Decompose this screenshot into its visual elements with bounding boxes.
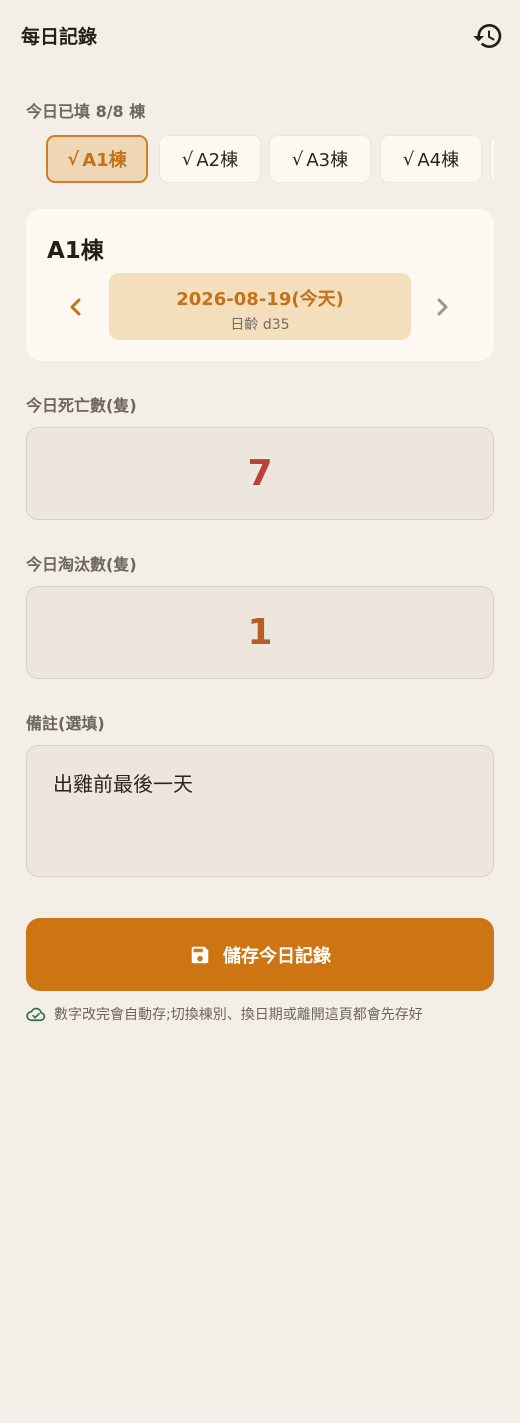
save-record-button[interactable]: 儲存今日記錄 (26, 918, 494, 991)
building-chip-a4[interactable]: √ A4棟 (380, 135, 482, 183)
notes-input[interactable]: 出雞前最後一天 (26, 745, 494, 877)
flock-age: 日齡 d35 (230, 317, 290, 333)
building-title: A1棟 (47, 238, 104, 264)
chevron-left-icon (70, 298, 81, 316)
notes-value: 出雞前最後一天 (53, 772, 193, 796)
check-icon: √ (291, 148, 304, 170)
deaths-label: 今日死亡數(隻) (26, 396, 137, 415)
daily-record-screen: 每日記錄 今日已填 8/8 棟 √ A1棟 √ A2棟 √ A3棟 √ A4棟 … (0, 0, 520, 1423)
building-chip-next-partial[interactable] (490, 135, 494, 183)
building-chip-a3[interactable]: √ A3棟 (269, 135, 371, 183)
check-icon: √ (67, 148, 80, 170)
building-chip-label: A4棟 (417, 150, 460, 171)
cloud-check-icon (26, 1007, 46, 1022)
deaths-input[interactable]: 7 (26, 427, 494, 520)
history-icon (473, 24, 502, 49)
building-chip-label: A3棟 (306, 150, 349, 171)
building-chip-a2[interactable]: √ A2棟 (159, 135, 261, 183)
culls-label: 今日淘汰數(隻) (26, 555, 137, 574)
fill-progress-label: 今日已填 8/8 棟 (26, 102, 146, 121)
history-button[interactable] (470, 18, 506, 54)
next-day-button[interactable] (422, 287, 462, 327)
notes-label: 備註(選填) (26, 714, 105, 733)
building-chip-a1[interactable]: √ A1棟 (46, 135, 148, 183)
selected-date: 2026-08-19(今天) (176, 289, 344, 310)
building-date-card: A1棟 2026-08-19(今天) 日齡 d35 (26, 209, 494, 361)
previous-day-button[interactable] (56, 287, 96, 327)
save-icon (191, 946, 209, 963)
check-icon: √ (402, 148, 415, 170)
check-icon: √ (181, 148, 194, 170)
building-chip-row[interactable]: √ A1棟 √ A2棟 √ A3棟 √ A4棟 (26, 134, 494, 186)
save-button-label: 儲存今日記錄 (223, 945, 331, 967)
culls-input[interactable]: 1 (26, 586, 494, 679)
date-selector[interactable]: 2026-08-19(今天) 日齡 d35 (109, 273, 411, 340)
page-title: 每日記錄 (21, 26, 98, 48)
autosave-hint: 數字改完會自動存;切換棟別、換日期或離開這頁都會先存好 (26, 1003, 496, 1025)
chevron-right-icon (437, 298, 448, 316)
building-chip-label: A1棟 (82, 150, 127, 171)
building-chip-label: A2棟 (196, 150, 239, 171)
autosave-hint-text: 數字改完會自動存;切換棟別、換日期或離開這頁都會先存好 (54, 1007, 423, 1023)
app-bar: 每日記錄 (0, 0, 520, 72)
